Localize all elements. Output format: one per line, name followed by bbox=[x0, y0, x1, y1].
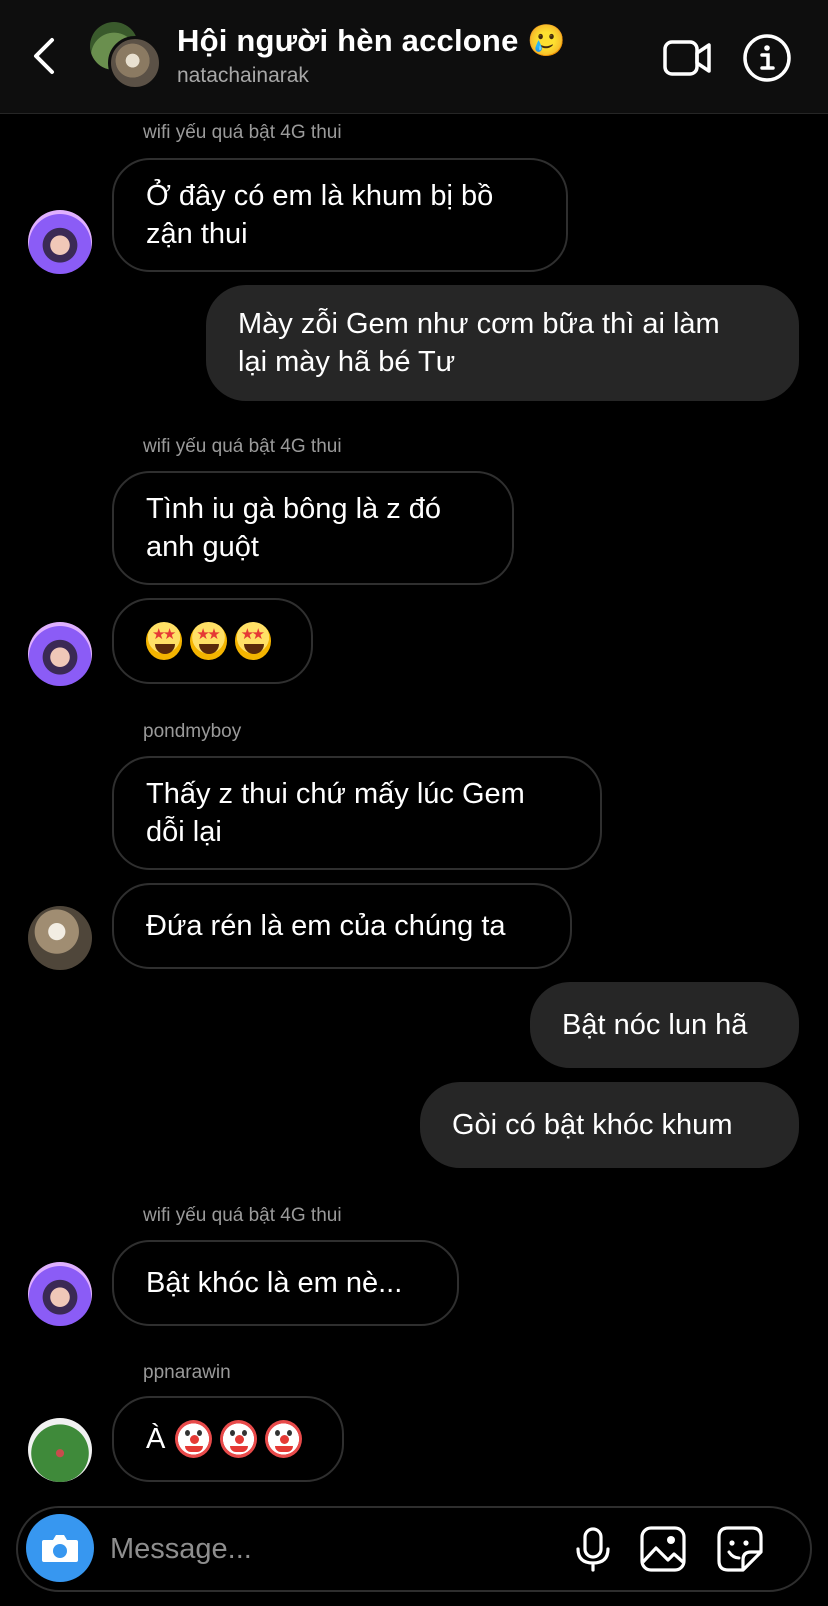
avatar[interactable] bbox=[28, 622, 92, 686]
chat-subtitle[interactable]: natachainarak bbox=[177, 64, 309, 88]
star-struck-emoji-icon bbox=[234, 622, 271, 660]
gallery-icon[interactable] bbox=[638, 1524, 688, 1574]
clown-emoji-icon bbox=[220, 1420, 258, 1458]
sender-name: ppnarawin bbox=[143, 1362, 231, 1383]
sender-name: wifi yếu quá bật 4G thui bbox=[143, 122, 342, 143]
incoming-message-bubble[interactable]: Bật khóc là em nè... bbox=[112, 1240, 459, 1326]
group-avatar[interactable] bbox=[90, 22, 162, 92]
incoming-message-bubble[interactable]: Tình iu gà bông là z đó anh guột bbox=[112, 471, 514, 585]
clown-emoji-icon bbox=[175, 1420, 213, 1458]
camera-icon[interactable] bbox=[26, 1514, 94, 1582]
clown-emoji-icon bbox=[265, 1420, 303, 1458]
message-composer bbox=[16, 1506, 812, 1592]
incoming-message-bubble[interactable]: Thấy z thui chứ mấy lúc Gem dỗi lại bbox=[112, 756, 602, 870]
avatar[interactable] bbox=[28, 210, 92, 274]
incoming-message-bubble[interactable]: À bbox=[112, 1396, 344, 1482]
outgoing-message-bubble[interactable]: Gòi có bật khóc khum bbox=[420, 1082, 799, 1168]
emoji-message-bubble[interactable] bbox=[112, 598, 313, 684]
outgoing-message-bubble[interactable]: Mày zỗi Gem như cơm bữa thì ai làm lại m… bbox=[206, 285, 799, 401]
sender-name: wifi yếu quá bật 4G thui bbox=[143, 436, 342, 457]
incoming-message-bubble[interactable]: Đứa rén là em của chúng ta bbox=[112, 883, 572, 969]
chat-header: Hội người hèn acclone 🥲 natachainarak bbox=[0, 0, 828, 114]
group-avatar-member-2 bbox=[108, 36, 162, 90]
incoming-message-bubble[interactable]: Ở đây có em là khum bị bồ zận thui bbox=[112, 158, 568, 272]
star-struck-emoji-icon bbox=[146, 622, 183, 660]
outgoing-message-bubble[interactable]: Bật nóc lun hã bbox=[530, 982, 799, 1068]
avatar[interactable] bbox=[28, 1418, 92, 1482]
message-text: À bbox=[146, 1423, 166, 1455]
microphone-icon[interactable] bbox=[568, 1524, 618, 1574]
video-call-icon[interactable] bbox=[661, 32, 713, 84]
chat-title[interactable]: Hội người hèn acclone 🥲 bbox=[177, 22, 566, 59]
avatar[interactable] bbox=[28, 906, 92, 970]
avatar[interactable] bbox=[28, 1262, 92, 1326]
sender-name: wifi yếu quá bật 4G thui bbox=[143, 1205, 342, 1226]
message-input[interactable] bbox=[108, 1524, 532, 1574]
sender-name: pondmyboy bbox=[143, 721, 242, 742]
back-chevron-icon[interactable] bbox=[28, 34, 62, 78]
star-struck-emoji-icon bbox=[190, 622, 227, 660]
info-icon[interactable] bbox=[741, 32, 793, 84]
sticker-icon[interactable] bbox=[715, 1524, 765, 1574]
